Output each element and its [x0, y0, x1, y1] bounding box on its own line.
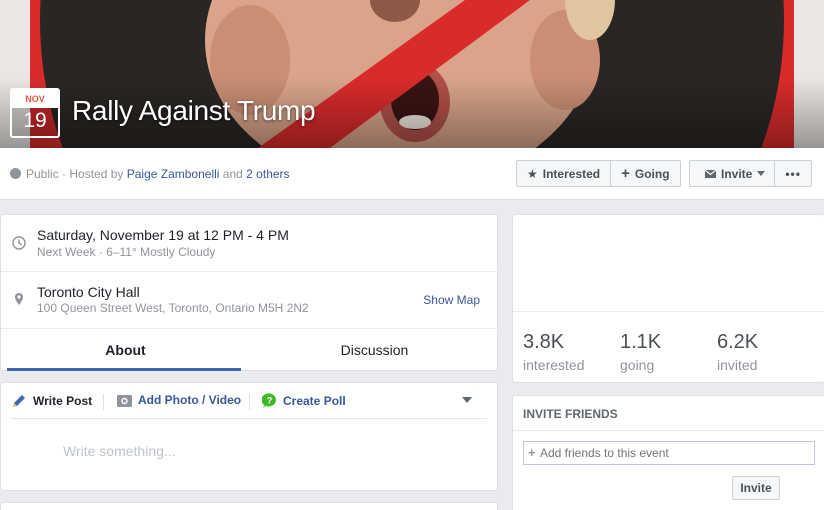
- privacy-label: Public: [26, 167, 59, 181]
- event-date-badge: NOV 19: [10, 88, 60, 138]
- chevron-down-icon[interactable]: [462, 397, 472, 403]
- svg-text:?: ?: [267, 396, 273, 406]
- interested-count: 3.8K: [523, 331, 565, 353]
- event-stats-card: 3.8K interested 1.1K going 6.2K invited: [512, 214, 824, 383]
- stats-map-area: [513, 215, 824, 312]
- more-icon: •••: [785, 166, 801, 181]
- create-poll-label: Create Poll: [283, 393, 346, 408]
- separator: [103, 394, 104, 410]
- star-icon: ★: [527, 166, 538, 181]
- invite-more-group: Invite •••: [689, 160, 812, 187]
- stat-invited[interactable]: 6.2K invited: [717, 331, 758, 373]
- camera-icon: [117, 394, 132, 407]
- location-name: Toronto City Hall: [37, 284, 140, 300]
- add-photo-label: Add Photo / Video: [138, 393, 242, 407]
- clock-icon: [12, 236, 26, 250]
- stat-going[interactable]: 1.1K going: [620, 331, 661, 373]
- invite-dropdown-button[interactable]: Invite: [690, 161, 774, 186]
- invite-friends-heading: INVITE FRIENDS: [523, 407, 618, 421]
- more-options-button[interactable]: •••: [774, 161, 811, 186]
- interested-label: Interested: [542, 166, 601, 181]
- active-tab-indicator: [7, 368, 241, 371]
- plus-icon: +: [621, 165, 630, 182]
- date-month: NOV: [25, 94, 45, 104]
- write-post-label: Write Post: [33, 394, 93, 408]
- event-datetime: Saturday, November 19 at 12 PM - 4 PM: [37, 227, 289, 243]
- post-composer: Write Post Add Photo / Video ? Create Po…: [0, 382, 498, 491]
- date-day: 19: [23, 109, 47, 132]
- poll-icon: ?: [262, 393, 276, 408]
- other-hosts-link[interactable]: 2 others: [246, 167, 289, 181]
- invited-label: invited: [717, 357, 758, 373]
- divider: [513, 430, 824, 431]
- envelope-icon: [705, 169, 716, 178]
- event-weather: Next Week · 6–11° Mostly Cloudy: [37, 245, 216, 259]
- stat-interested[interactable]: 3.8K interested: [523, 331, 584, 373]
- date-badge-header: NOV: [12, 90, 58, 108]
- add-friends-input[interactable]: [523, 441, 815, 465]
- show-map-link[interactable]: Show Map: [423, 293, 480, 307]
- rsvp-button-group: ★ Interested + Going: [516, 160, 681, 187]
- write-post-tab[interactable]: Write Post: [11, 393, 92, 409]
- interested-button[interactable]: ★ Interested: [517, 161, 610, 186]
- event-title: Rally Against Trump: [72, 95, 316, 126]
- separator: [249, 394, 250, 410]
- and-label: and: [222, 167, 243, 181]
- event-details-card: Saturday, November 19 at 12 PM - 4 PM Ne…: [0, 214, 498, 371]
- location-pin-icon: [15, 293, 23, 305]
- event-host-bar: Public · Hosted by Paige Zambonelli and …: [0, 148, 824, 200]
- invite-label: Invite: [721, 166, 753, 181]
- pencil-icon: [13, 395, 25, 407]
- invite-submit-button[interactable]: Invite: [732, 476, 780, 500]
- add-photo-video-tab[interactable]: Add Photo / Video: [117, 393, 241, 407]
- going-button[interactable]: + Going: [610, 161, 679, 186]
- create-poll-tab[interactable]: ? Create Poll: [262, 393, 346, 408]
- host-info: Public · Hosted by Paige Zambonelli and …: [10, 167, 290, 181]
- datetime-row[interactable]: Saturday, November 19 at 12 PM - 4 PM Ne…: [1, 215, 497, 271]
- hosted-by-label: · Hosted by: [62, 167, 124, 181]
- host-name-link[interactable]: Paige Zambonelli: [127, 167, 220, 181]
- invite-friends-card: INVITE FRIENDS + Invite: [512, 395, 824, 510]
- next-card-partial: [0, 502, 498, 510]
- going-label: going: [620, 357, 655, 373]
- location-address: 100 Queen Street West, Toronto, Ontario …: [37, 301, 309, 315]
- tab-discussion[interactable]: Discussion: [250, 329, 499, 371]
- interested-label: interested: [523, 357, 585, 373]
- cover-photo[interactable]: NOV 19 Rally Against Trump: [0, 0, 824, 148]
- globe-icon: [10, 168, 21, 179]
- chevron-down-icon: [757, 171, 766, 176]
- going-label: Going: [634, 166, 670, 181]
- plus-icon: +: [528, 445, 536, 460]
- tab-about[interactable]: About: [1, 329, 250, 371]
- going-count: 1.1K: [620, 331, 662, 353]
- composer-divider: [11, 418, 487, 419]
- composer-input[interactable]: Write something...: [63, 443, 176, 459]
- invited-count: 6.2K: [717, 331, 759, 353]
